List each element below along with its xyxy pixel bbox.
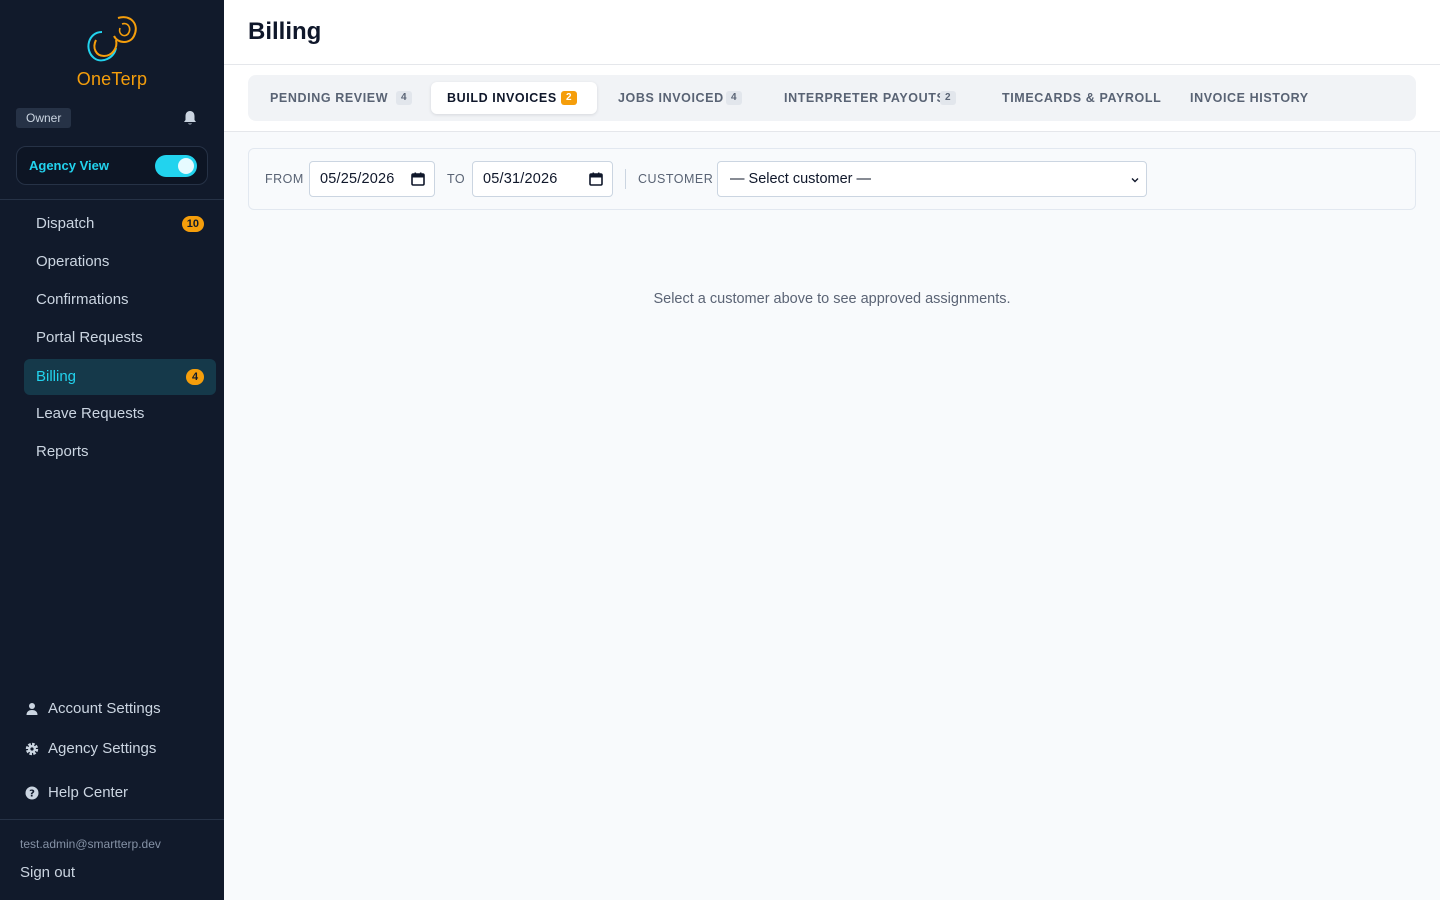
filter-divider xyxy=(625,169,626,189)
sidebar: OneTerp Owner Agency View Dispatch 10 Op… xyxy=(0,0,224,900)
help-icon: ? xyxy=(25,786,39,800)
svg-text:?: ? xyxy=(29,789,35,800)
tab-count-badge: 2 xyxy=(561,91,577,105)
customer-select[interactable]: — Select customer — xyxy=(717,161,1147,197)
sidebar-item-label: Leave Requests xyxy=(36,405,145,422)
agency-settings-link[interactable]: Agency Settings xyxy=(24,737,216,761)
sidebar-item-portal-requests[interactable]: Portal Requests xyxy=(24,320,216,356)
account-settings-label: Account Settings xyxy=(48,700,161,717)
sidebar-item-operations[interactable]: Operations xyxy=(24,244,216,280)
calendar-icon[interactable] xyxy=(589,172,603,186)
billing-count-badge: 4 xyxy=(186,369,204,385)
tabbar-container: PENDING REVIEW 4 BUILD INVOICES 2 JOBS I… xyxy=(224,65,1440,132)
sidebar-item-dispatch[interactable]: Dispatch 10 xyxy=(24,206,216,242)
sidebar-item-billing[interactable]: Billing 4 xyxy=(24,359,216,395)
agency-view-toggle-row: Agency View xyxy=(16,146,208,185)
customer-label: CUSTOMER xyxy=(638,172,714,186)
sidebar-item-label: Reports xyxy=(36,443,89,460)
help-center-label: Help Center xyxy=(48,784,129,801)
customer-select-value: — Select customer — xyxy=(730,171,872,187)
agency-settings-label: Agency Settings xyxy=(48,740,157,757)
tab-jobs-invoiced[interactable]: JOBS INVOICED 4 xyxy=(602,82,758,114)
tab-invoice-history[interactable]: INVOICE HISTORY xyxy=(1174,82,1324,114)
tab-label: BUILD INVOICES xyxy=(447,91,557,105)
page-title: Billing xyxy=(248,18,322,45)
tab-label: INTERPRETER PAYOUTS xyxy=(784,91,946,105)
sidebar-item-reports[interactable]: Reports xyxy=(24,434,216,470)
sidebar-item-label: Dispatch xyxy=(36,215,95,232)
gear-icon xyxy=(25,742,39,756)
sidebar-item-label: Billing xyxy=(36,368,77,385)
help-center-link[interactable]: ? Help Center xyxy=(24,781,216,805)
agency-view-toggle[interactable] xyxy=(155,155,197,177)
tab-label: TIMECARDS & PAYROLL xyxy=(1002,91,1162,105)
sidebar-divider xyxy=(0,819,224,820)
chevron-down-icon xyxy=(1131,178,1139,183)
sign-out-link[interactable]: Sign out xyxy=(20,864,75,881)
bell-icon[interactable] xyxy=(181,109,199,127)
tab-pending-review[interactable]: PENDING REVIEW 4 xyxy=(254,82,426,114)
agency-view-label: Agency View xyxy=(29,158,109,173)
tab-build-invoices[interactable]: BUILD INVOICES 2 xyxy=(431,82,597,114)
empty-state-message: Select a customer above to see approved … xyxy=(653,291,1011,307)
from-label: FROM xyxy=(265,172,304,186)
tab-interpreter-payouts[interactable]: INTERPRETER PAYOUTS 2 xyxy=(768,82,974,114)
brand-logo[interactable]: OneTerp xyxy=(0,10,224,92)
sidebar-item-confirmations[interactable]: Confirmations xyxy=(24,282,216,318)
tab-label: INVOICE HISTORY xyxy=(1190,91,1309,105)
page-header: Billing xyxy=(224,0,1440,65)
tab-count-badge: 2 xyxy=(940,91,956,105)
sidebar-item-label: Operations xyxy=(36,253,110,270)
role-badge: Owner xyxy=(16,108,72,128)
to-date-input[interactable]: 05/31/2026 xyxy=(472,161,613,197)
to-label: TO xyxy=(447,172,466,186)
sidebar-item-leave-requests[interactable]: Leave Requests xyxy=(24,396,216,432)
sidebar-divider xyxy=(0,199,224,200)
tab-label: JOBS INVOICED xyxy=(618,91,724,105)
tab-label: PENDING REVIEW xyxy=(270,91,389,105)
brand-name: OneTerp xyxy=(76,69,148,89)
user-email: test.admin@smartterp.dev xyxy=(20,837,161,851)
logo-mark-icon xyxy=(87,16,137,62)
tab-count-badge: 4 xyxy=(726,91,742,105)
to-date-value: 05/31/2026 xyxy=(483,171,558,187)
from-date-input[interactable]: 05/25/2026 xyxy=(309,161,435,197)
tab-count-badge: 4 xyxy=(396,91,412,105)
tab-timecards-payroll[interactable]: TIMECARDS & PAYROLL xyxy=(986,82,1162,114)
account-settings-link[interactable]: Account Settings xyxy=(24,697,216,721)
user-icon xyxy=(26,703,38,715)
invoice-filter-bar: FROM 05/25/2026 TO 05/31/2026 CUSTOMER —… xyxy=(248,148,1416,210)
billing-tabs: PENDING REVIEW 4 BUILD INVOICES 2 JOBS I… xyxy=(248,75,1416,121)
calendar-icon[interactable] xyxy=(411,172,425,186)
from-date-value: 05/25/2026 xyxy=(320,171,395,187)
sidebar-item-label: Portal Requests xyxy=(36,329,143,346)
dispatch-count-badge: 10 xyxy=(181,216,204,232)
sidebar-item-label: Confirmations xyxy=(36,291,129,308)
